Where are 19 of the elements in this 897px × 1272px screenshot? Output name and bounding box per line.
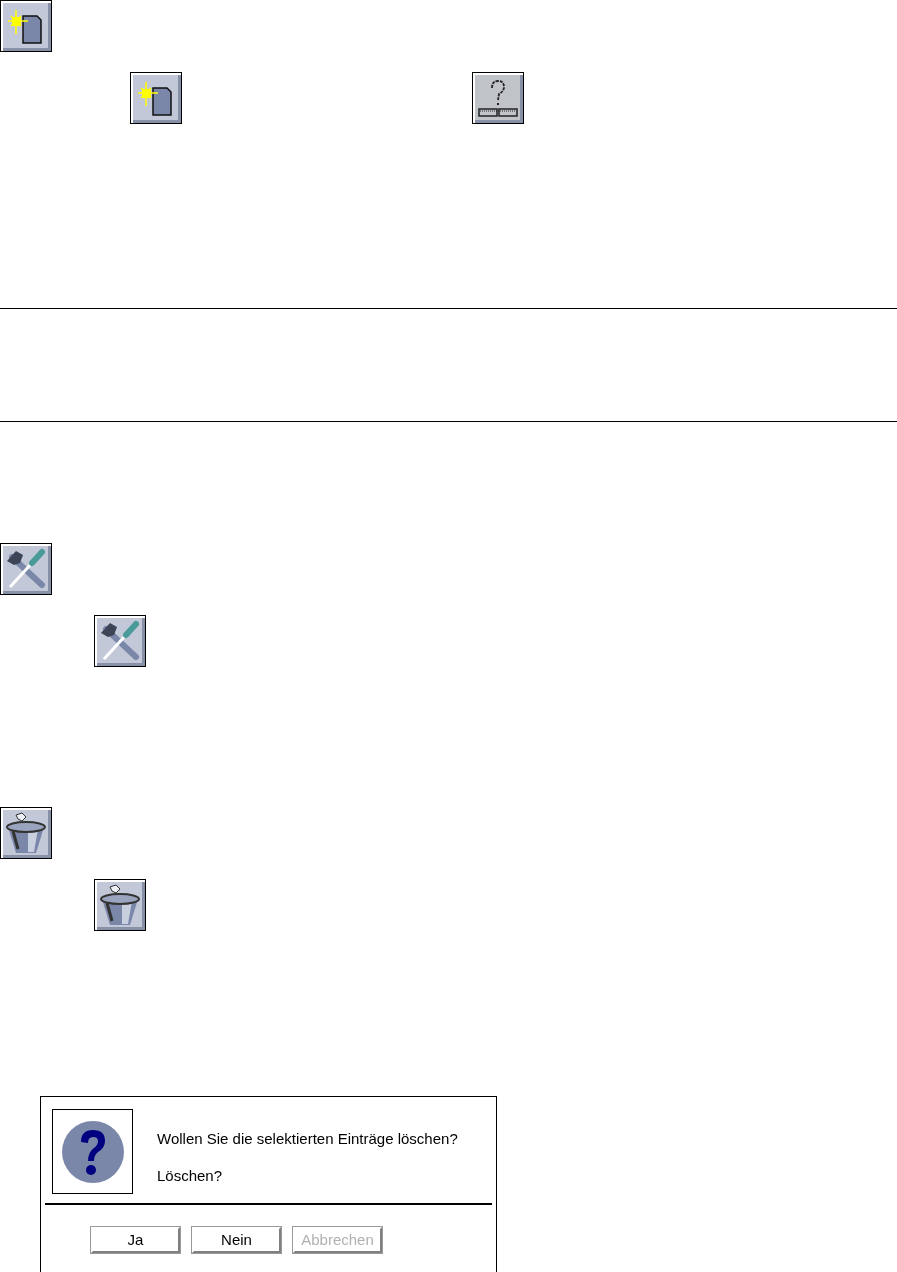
dialog-button[interactable]: Ja — [91, 1227, 180, 1253]
dialog-message: Wollen Sie die selektierten Einträge löschen? — [157, 1129, 458, 1149]
new-document-icon — [138, 80, 174, 116]
dialog-question: Löschen? — [157, 1165, 224, 1186]
dialog-button[interactable]: Nein — [192, 1227, 281, 1253]
new-document-button[interactable] — [130, 72, 182, 124]
bucket-button[interactable] — [94, 879, 146, 931]
question-icon — [60, 1119, 125, 1184]
bucket-button[interactable] — [0, 807, 52, 859]
help-button[interactable] — [472, 72, 524, 124]
help-icon — [476, 78, 520, 118]
new-document-button[interactable] — [0, 0, 52, 52]
tools-button[interactable] — [94, 615, 146, 667]
tools-icon — [98, 619, 142, 663]
new-document-icon — [8, 8, 44, 44]
tools-button[interactable] — [0, 543, 52, 595]
tools-icon — [4, 547, 48, 591]
bucket-icon — [98, 883, 142, 927]
bucket-icon — [4, 811, 48, 855]
